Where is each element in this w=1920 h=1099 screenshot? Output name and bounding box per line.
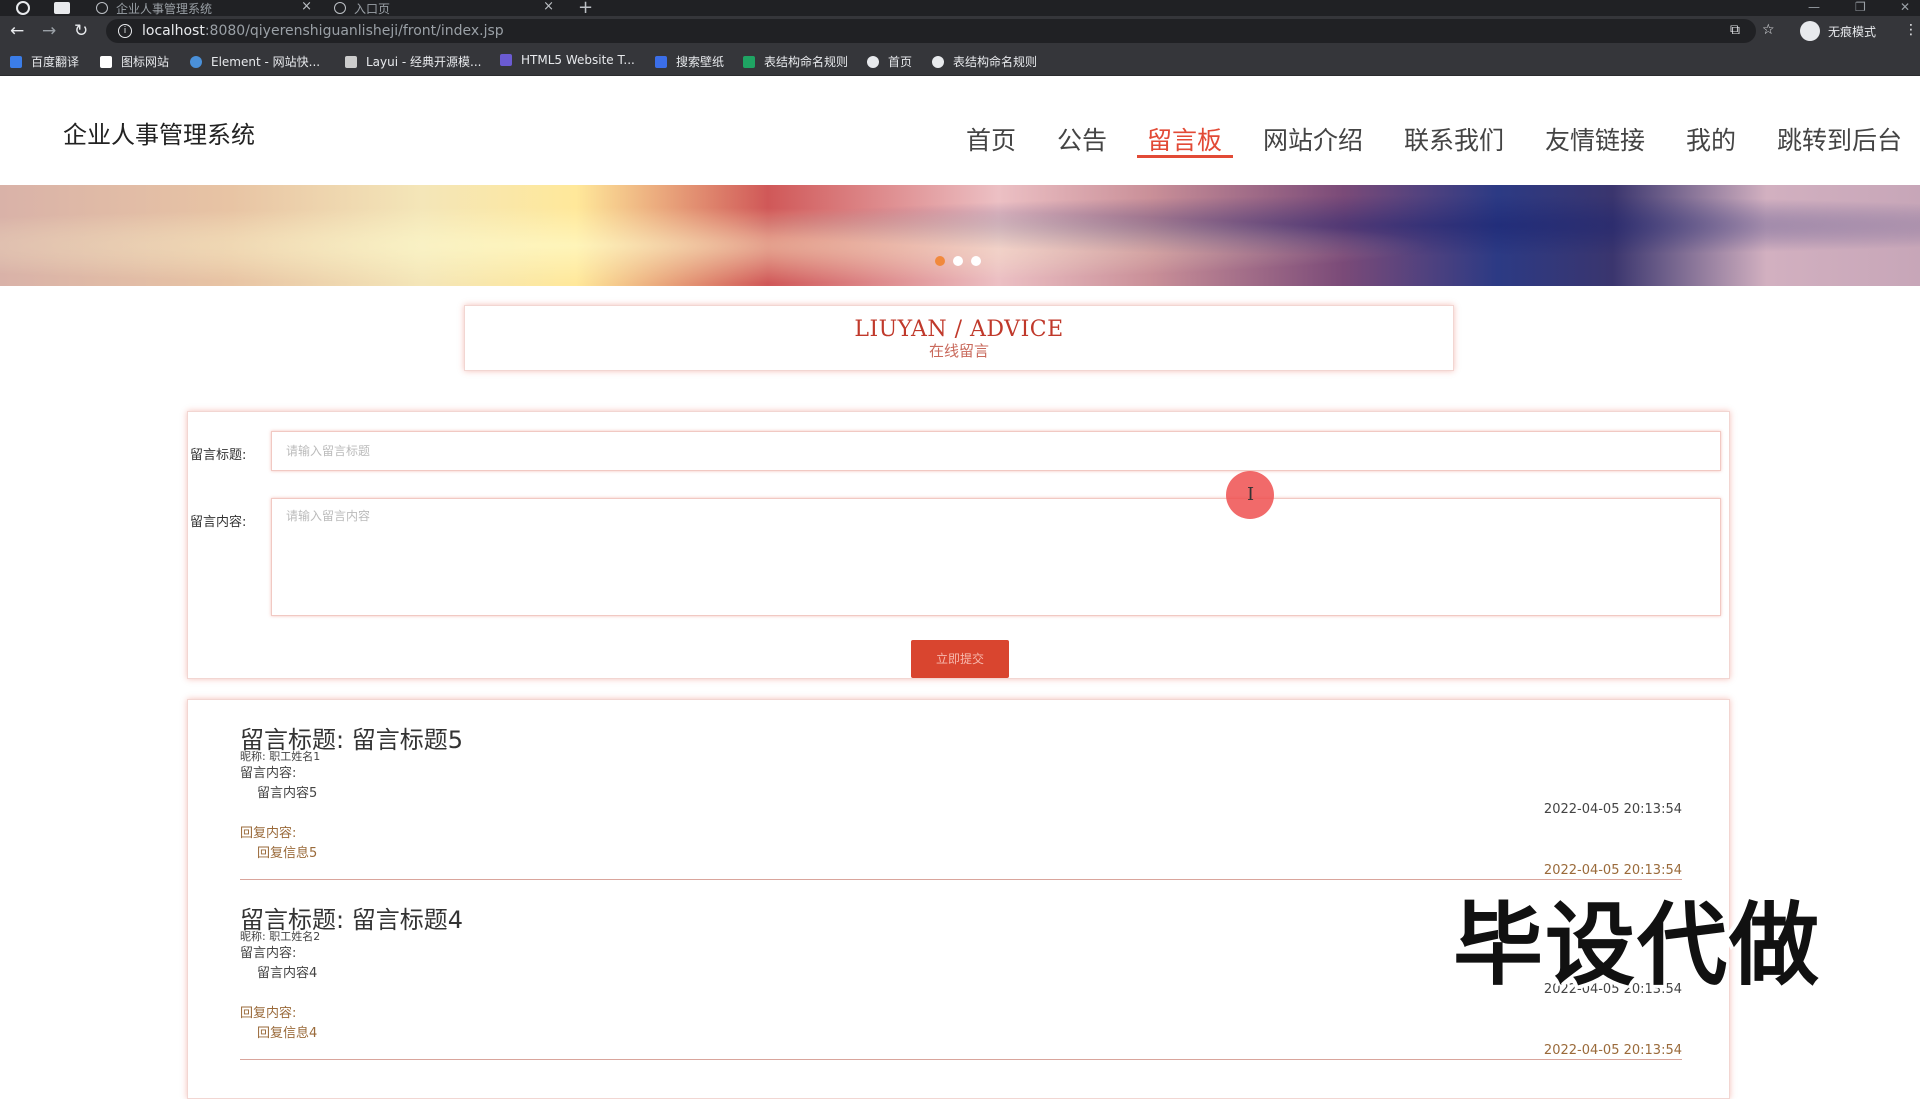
nav-home[interactable]: 首页 xyxy=(966,121,1016,157)
bookmark-item[interactable]: HTML5 Website T... xyxy=(500,53,635,67)
incognito-icon xyxy=(1800,21,1820,41)
reply-content: 回复信息4 xyxy=(257,1026,318,1041)
bookmark-favicon-icon xyxy=(500,54,512,66)
forward-icon[interactable]: → xyxy=(42,21,56,41)
tab-close-icon[interactable]: × xyxy=(543,0,554,14)
nav-contact-us[interactable]: 联系我们 xyxy=(1404,121,1504,157)
bookmark-item[interactable]: Layui - 经典开源模... xyxy=(345,53,481,70)
main-nav: 首页 公告 留言板 网站介绍 联系我们 友情链接 我的 跳转到后台 xyxy=(0,121,1920,161)
content-label: 留言内容: xyxy=(190,515,247,530)
window-close-icon[interactable]: ✕ xyxy=(1900,0,1910,14)
carousel-dot-2[interactable] xyxy=(953,256,963,266)
bookmark-item[interactable]: 搜索壁纸 xyxy=(655,53,724,70)
message-content-label: 留言内容: xyxy=(240,946,297,961)
carousel-dot-1[interactable] xyxy=(935,256,945,266)
section-title-cn: 在线留言 xyxy=(928,342,989,360)
bookmark-favicon-icon xyxy=(345,55,357,68)
message-content-label: 留言内容: xyxy=(240,766,297,781)
title-label: 留言标题: xyxy=(190,448,247,463)
banner-carousel xyxy=(0,185,1920,286)
address-host: localhost xyxy=(142,23,205,39)
tab-favicon-icon xyxy=(334,2,346,14)
site-info-icon[interactable]: i xyxy=(118,24,132,38)
section-title-en: LIUYAN / ADVICE xyxy=(854,317,1064,342)
browser-toolbar: ← → ↻ i localhost:8080/qiyerenshiguanlis… xyxy=(0,16,1920,46)
bookmark-item[interactable]: 表结构命名规则 xyxy=(743,53,848,70)
message-content: 留言内容5 xyxy=(257,786,318,801)
nav-friend-links[interactable]: 友情链接 xyxy=(1545,121,1645,157)
reply-time: 2022-04-05 20:13:54 xyxy=(1543,1043,1682,1058)
bookmark-label: 表结构命名规则 xyxy=(764,55,849,69)
active-nav-underline xyxy=(1137,155,1233,158)
incognito-label: 无痕模式 xyxy=(1828,24,1877,39)
bookmark-globe-icon xyxy=(867,55,879,68)
tab-title: 企业人事管理系统 xyxy=(116,1,213,16)
bookmark-favicon-icon xyxy=(190,55,202,68)
bookmark-item[interactable]: 表结构命名规则 xyxy=(932,53,1037,70)
bookmark-label: 图标网站 xyxy=(121,55,170,69)
message-title-input[interactable]: 请输入留言标题 xyxy=(271,431,1721,471)
carousel-dot-3[interactable] xyxy=(971,256,981,266)
bookmark-label: 表结构命名规则 xyxy=(953,55,1038,69)
nav-go-to-admin[interactable]: 跳转到后台 xyxy=(1777,121,1902,157)
bookmark-label: 首页 xyxy=(888,55,913,69)
bookmark-flag-icon xyxy=(100,55,112,68)
bookmark-item[interactable]: 首页 xyxy=(867,53,912,70)
browser-menu-kebab-icon[interactable]: ⋮ xyxy=(1904,22,1918,38)
bookmark-globe-icon xyxy=(932,55,944,68)
bookmark-label: Element - 网站快... xyxy=(211,55,321,69)
address-path: :8080/qiyerenshiguanlisheji/front/index.… xyxy=(204,23,504,39)
nav-about-site[interactable]: 网站介绍 xyxy=(1263,121,1363,157)
bookmark-favicon-icon xyxy=(10,55,22,68)
list-item: 留言标题: 留言标题5 昵称: 职工姓名1 留言内容: 留言内容5 2022-0… xyxy=(240,700,1682,880)
minimize-icon[interactable]: — xyxy=(1808,0,1820,14)
tab-close-icon[interactable]: × xyxy=(301,0,312,14)
tab-search-icon[interactable] xyxy=(54,2,70,14)
bookmarks-bar: 百度翻译 图标网站 Element - 网站快... Layui - 经典开源模… xyxy=(0,46,1920,76)
bookmark-label: HTML5 Website T... xyxy=(521,53,635,67)
browser-tab-1[interactable]: 企业人事管理系统 × xyxy=(96,0,312,16)
bookmark-item[interactable]: Element - 网站快... xyxy=(190,53,320,70)
message-time: 2022-04-05 20:13:54 xyxy=(1543,802,1682,817)
tab-title: 入口页 xyxy=(354,1,391,16)
browser-tab-2[interactable]: 入口页 × xyxy=(334,0,554,16)
site-header: 企业人事管理系统 首页 公告 留言板 网站介绍 联系我们 友情链接 我的 跳转到… xyxy=(0,77,1920,185)
reload-icon[interactable]: ↻ xyxy=(74,21,88,41)
submit-button[interactable]: 立即提交 xyxy=(911,640,1009,678)
bookmark-favicon-icon xyxy=(655,55,667,68)
message-form: 留言标题: 请输入留言标题 留言内容: 请输入留言内容 立即提交 xyxy=(187,411,1730,679)
nav-message-board[interactable]: 留言板 xyxy=(1147,121,1222,157)
reply-label: 回复内容: xyxy=(240,1006,297,1021)
watermark-text: 毕设代做 xyxy=(1453,893,1821,998)
nav-mine[interactable]: 我的 xyxy=(1686,121,1736,157)
bookmark-label: Layui - 经典开源模... xyxy=(366,55,482,69)
bookmark-label: 百度翻译 xyxy=(31,55,80,69)
incognito-indicator[interactable]: 无痕模式 xyxy=(1800,20,1876,42)
restore-icon[interactable]: ❐ xyxy=(1855,0,1866,14)
message-content-textarea[interactable]: 请输入留言内容 xyxy=(271,498,1721,616)
address-bar[interactable]: i localhost:8080/qiyerenshiguanlisheji/f… xyxy=(106,19,1756,43)
browser-menu-icon[interactable] xyxy=(16,1,30,15)
browser-tab-bar: 企业人事管理系统 × 入口页 × + — ❐ ✕ xyxy=(0,0,1920,18)
tab-favicon-icon xyxy=(96,2,108,14)
bookmark-item[interactable]: 图标网站 xyxy=(100,53,169,70)
reply-label: 回复内容: xyxy=(240,826,297,841)
reply-content: 回复信息5 xyxy=(257,846,318,861)
text-cursor-icon: I xyxy=(1247,484,1255,505)
translate-icon[interactable]: ⧉ xyxy=(1730,22,1740,38)
bookmark-sheets-icon xyxy=(743,55,755,68)
carousel-indicators xyxy=(935,256,981,266)
bookmark-item[interactable]: 百度翻译 xyxy=(10,53,79,70)
bookmark-star-icon[interactable]: ☆ xyxy=(1762,22,1775,38)
nav-announcements[interactable]: 公告 xyxy=(1057,121,1107,157)
bookmark-label: 搜索壁纸 xyxy=(676,55,725,69)
back-icon[interactable]: ← xyxy=(10,21,24,41)
message-content: 留言内容4 xyxy=(257,966,318,981)
section-title-card: LIUYAN / ADVICE 在线留言 xyxy=(464,305,1454,371)
